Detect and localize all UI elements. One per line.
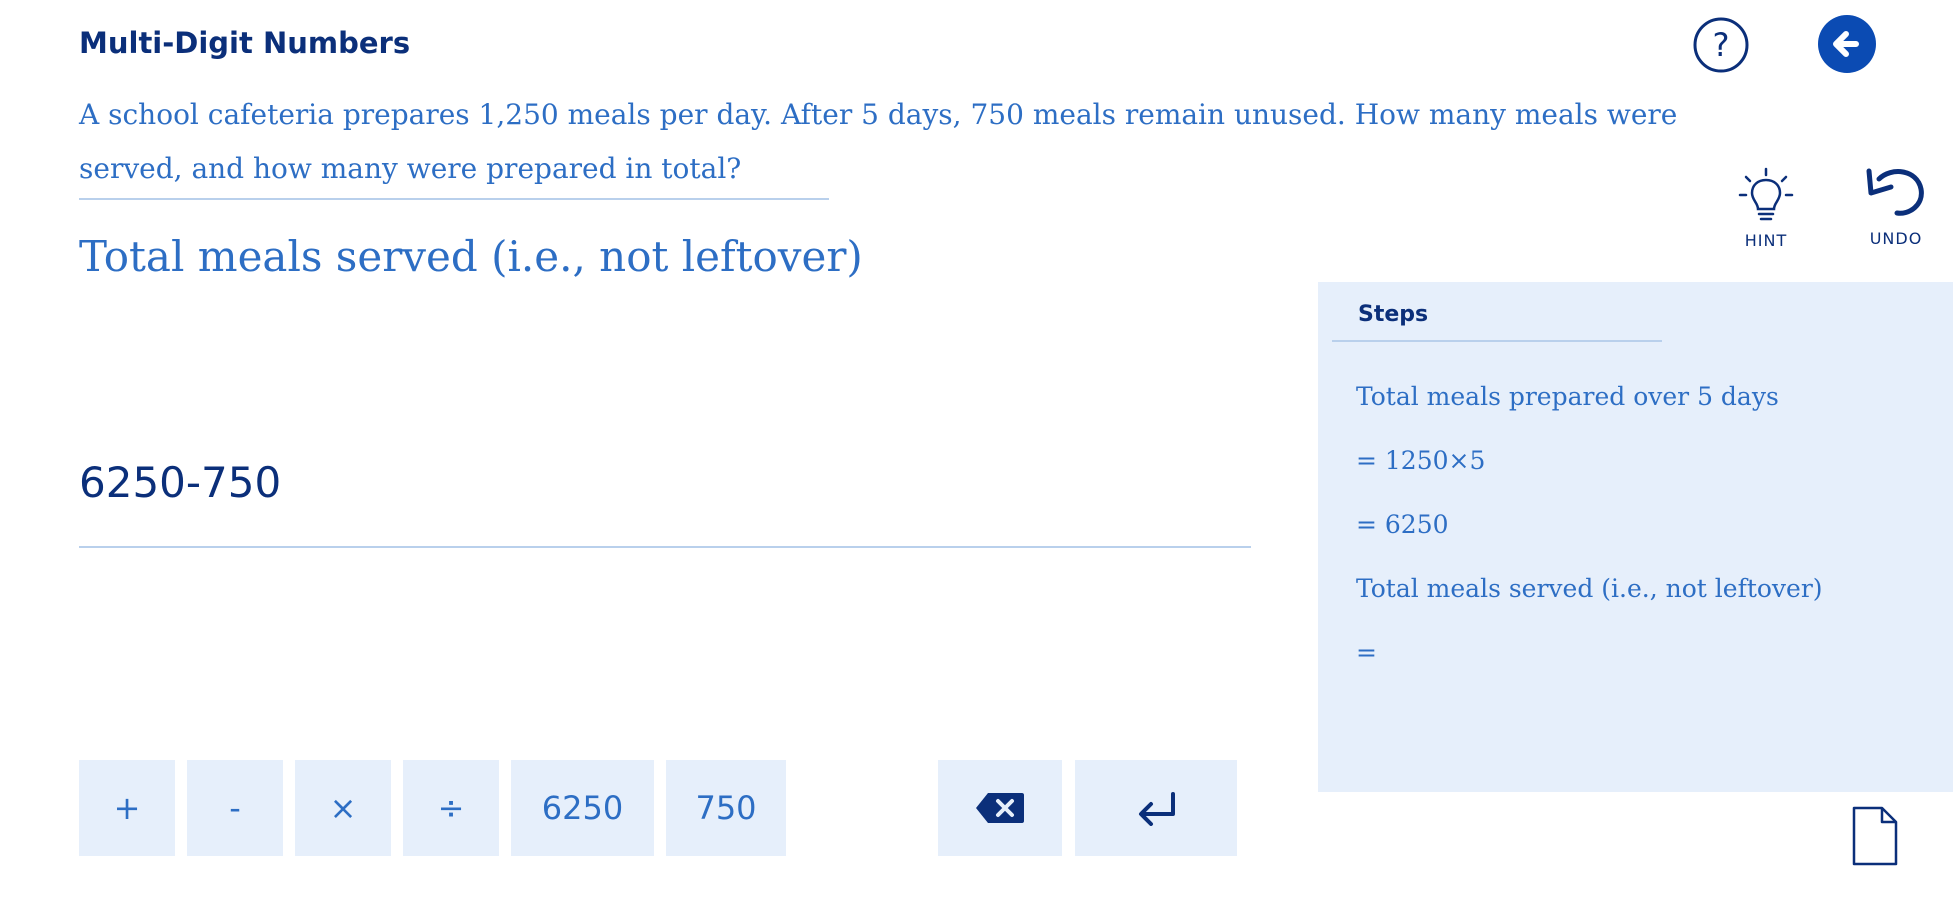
step-line: = 1250×5 xyxy=(1356,446,1486,475)
undo-button[interactable]: UNDO xyxy=(1848,148,1944,262)
key-plus[interactable]: + xyxy=(79,760,175,856)
hint-label: HINT xyxy=(1744,230,1788,250)
step-line: = 6250 xyxy=(1356,510,1449,539)
help-circle-icon: ? xyxy=(1693,17,1749,73)
steps-divider xyxy=(1332,340,1662,342)
key-multiply[interactable]: × xyxy=(295,760,391,856)
answer-field[interactable]: 6250-750 xyxy=(79,458,1249,508)
answer-underline xyxy=(79,546,1251,548)
key-750[interactable]: 750 xyxy=(666,760,786,856)
question-text: A school cafeteria prepares 1,250 meals … xyxy=(79,98,1678,185)
steps-title: Steps xyxy=(1358,302,1429,327)
svg-text:?: ? xyxy=(1713,26,1730,64)
step-prompt: Total meals served (i.e., not leftover) xyxy=(79,232,863,281)
undo-label: UNDO xyxy=(1869,228,1923,248)
lightbulb-icon xyxy=(1738,167,1794,220)
step-line: Total meals prepared over 5 days xyxy=(1356,382,1779,411)
document-icon xyxy=(1852,806,1898,866)
key-divide[interactable]: ÷ xyxy=(403,760,499,856)
page-title: Multi-Digit Numbers xyxy=(79,26,411,60)
question-divider xyxy=(79,198,829,200)
step-line: = xyxy=(1356,638,1377,667)
key-6250[interactable]: 6250 xyxy=(511,760,654,856)
undo-icon xyxy=(1866,168,1924,216)
back-arrow-icon xyxy=(1818,15,1876,73)
back-button[interactable] xyxy=(1815,12,1879,76)
steps-panel: Steps Total meals prepared over 5 days =… xyxy=(1318,282,1953,792)
backspace-icon xyxy=(976,793,1024,823)
step-line: Total meals served (i.e., not leftover) xyxy=(1356,574,1823,603)
key-minus[interactable]: - xyxy=(187,760,283,856)
enter-button[interactable] xyxy=(1075,760,1237,856)
document-button[interactable] xyxy=(1848,804,1902,868)
hint-button[interactable]: HINT xyxy=(1718,152,1814,262)
enter-icon xyxy=(1139,792,1175,826)
help-button[interactable]: ? xyxy=(1690,14,1752,76)
backspace-button[interactable] xyxy=(938,760,1062,856)
